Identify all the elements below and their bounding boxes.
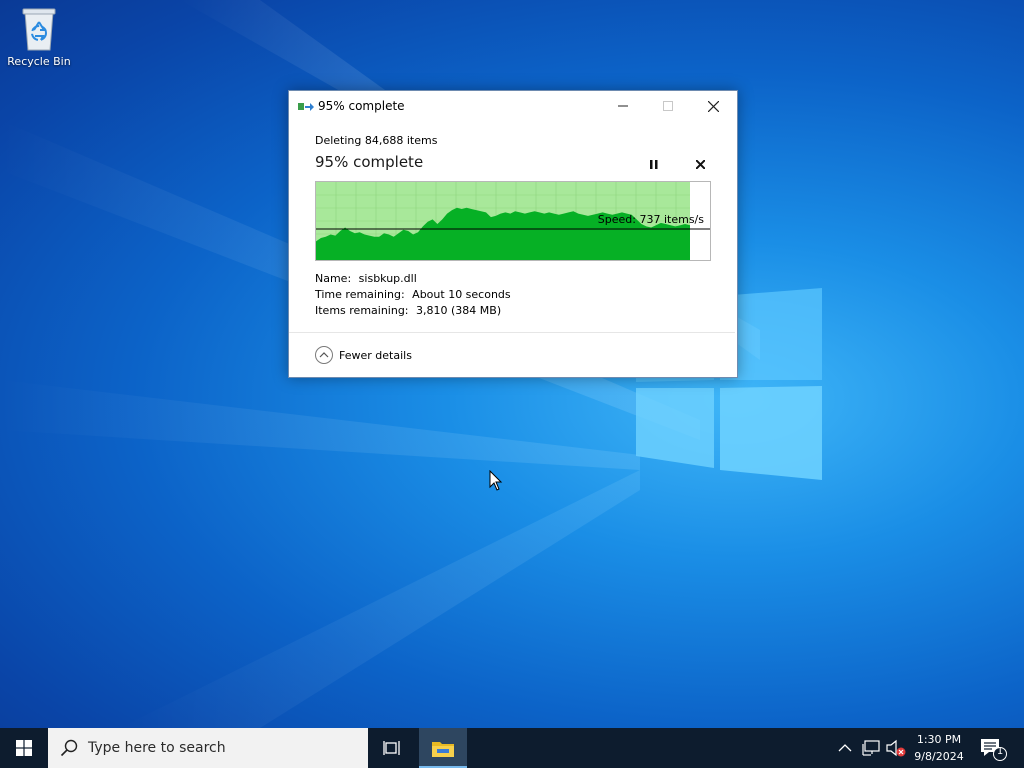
cancel-button[interactable]: [691, 155, 709, 173]
desktop-icon-label: Recycle Bin: [7, 55, 71, 68]
close-icon: [707, 100, 719, 112]
detail-value: About 10 seconds: [412, 288, 511, 301]
search-placeholder: Type here to search: [88, 740, 226, 756]
windows-start-icon: [16, 740, 32, 756]
notification-count: 1: [996, 746, 1004, 757]
close-button[interactable]: [690, 91, 736, 121]
fewer-details-toggle[interactable]: Fewer details: [315, 345, 412, 365]
mouse-pointer-icon: [489, 470, 503, 491]
taskbar-search-box[interactable]: Type here to search: [48, 728, 368, 768]
clock-date: 9/8/2024: [914, 750, 964, 763]
detail-time-row: Time remaining: About 10 seconds: [315, 287, 511, 303]
maximize-icon: [663, 101, 673, 111]
pause-button[interactable]: [645, 155, 663, 173]
detail-value: sisbkup.dll: [358, 272, 417, 285]
file-operation-icon: [298, 103, 314, 111]
close-icon: [695, 159, 705, 169]
taskbar-clock[interactable]: 1:30 PM 9/8/2024: [908, 731, 970, 765]
title-bar[interactable]: 95% complete: [289, 91, 737, 121]
detail-label: Items remaining:: [315, 304, 409, 317]
taskbar-file-explorer-button[interactable]: [419, 728, 467, 768]
desktop-icon-recycle-bin[interactable]: Recycle Bin: [4, 6, 74, 68]
task-view-button[interactable]: [368, 728, 416, 768]
clock-time: 1:30 PM: [916, 733, 962, 746]
details-panel: Name: sisbkup.dll Time remaining: About …: [315, 271, 511, 319]
detail-items-row: Items remaining: 3,810 (384 MB): [315, 303, 511, 319]
speed-graph: Speed: 737 items/s: [315, 181, 711, 261]
fewer-details-label: Fewer details: [339, 348, 412, 362]
file-explorer-icon: [432, 742, 454, 757]
search-icon: [60, 739, 78, 757]
maximize-button[interactable]: [645, 91, 691, 121]
divider: [289, 332, 735, 333]
show-hidden-icons-button[interactable]: [836, 740, 854, 756]
action-center-button[interactable]: 1: [978, 736, 1008, 762]
pause-icon: [650, 159, 658, 169]
detail-value: 3,810 (384 MB): [416, 304, 502, 317]
minimize-button[interactable]: [600, 91, 646, 121]
speed-label: Speed: 737 items/s: [597, 213, 704, 226]
network-icon[interactable]: [861, 739, 881, 757]
percent-complete-text: 95% complete: [315, 153, 424, 171]
detail-label: Name:: [315, 272, 352, 285]
operation-text: Deleting 84,688 items: [315, 134, 438, 147]
minimize-icon: [618, 105, 628, 107]
file-operation-dialog: 95% complete Deleting 84,688 items 95% c…: [288, 90, 738, 378]
task-view-icon: [383, 741, 400, 755]
chevron-up-icon: [315, 346, 333, 364]
detail-label: Time remaining:: [315, 288, 405, 301]
recycle-bin-icon: [22, 8, 56, 51]
window-title: 95% complete: [318, 99, 405, 113]
volume-muted-icon[interactable]: [885, 739, 907, 757]
taskbar: Type here to search 1:30 PM 9/8/2024 1: [0, 728, 1024, 768]
detail-name-row: Name: sisbkup.dll: [315, 271, 511, 287]
start-button[interactable]: [0, 728, 48, 768]
